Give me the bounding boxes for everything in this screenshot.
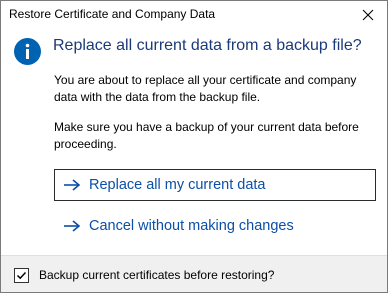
dialog-footer: Backup current certificates before resto…: [1, 255, 387, 292]
checkmark-icon: [16, 271, 27, 280]
replace-data-label: Replace all my current data: [89, 177, 266, 193]
dialog-heading: Replace all current data from a backup f…: [53, 37, 362, 54]
restore-dialog: Restore Certificate and Company Data Rep…: [0, 0, 388, 293]
replace-data-command-button[interactable]: Replace all my current data: [54, 169, 376, 201]
arrow-right-icon: [64, 220, 81, 232]
backup-checkbox[interactable]: [14, 268, 29, 283]
backup-checkbox-label[interactable]: Backup current certificates before resto…: [39, 268, 274, 282]
title-bar: Restore Certificate and Company Data: [1, 1, 387, 29]
cancel-label: Cancel without making changes: [89, 218, 294, 234]
cancel-command-button[interactable]: Cancel without making changes: [54, 210, 376, 242]
backup-advice-paragraph: Make sure you have a backup of your curr…: [54, 120, 359, 151]
window-title: Restore Certificate and Company Data: [9, 7, 216, 21]
warning-paragraph: You are about to replace all your certif…: [54, 73, 357, 104]
info-icon: [14, 38, 41, 65]
close-icon[interactable]: [359, 6, 377, 24]
arrow-right-icon: [64, 179, 81, 191]
